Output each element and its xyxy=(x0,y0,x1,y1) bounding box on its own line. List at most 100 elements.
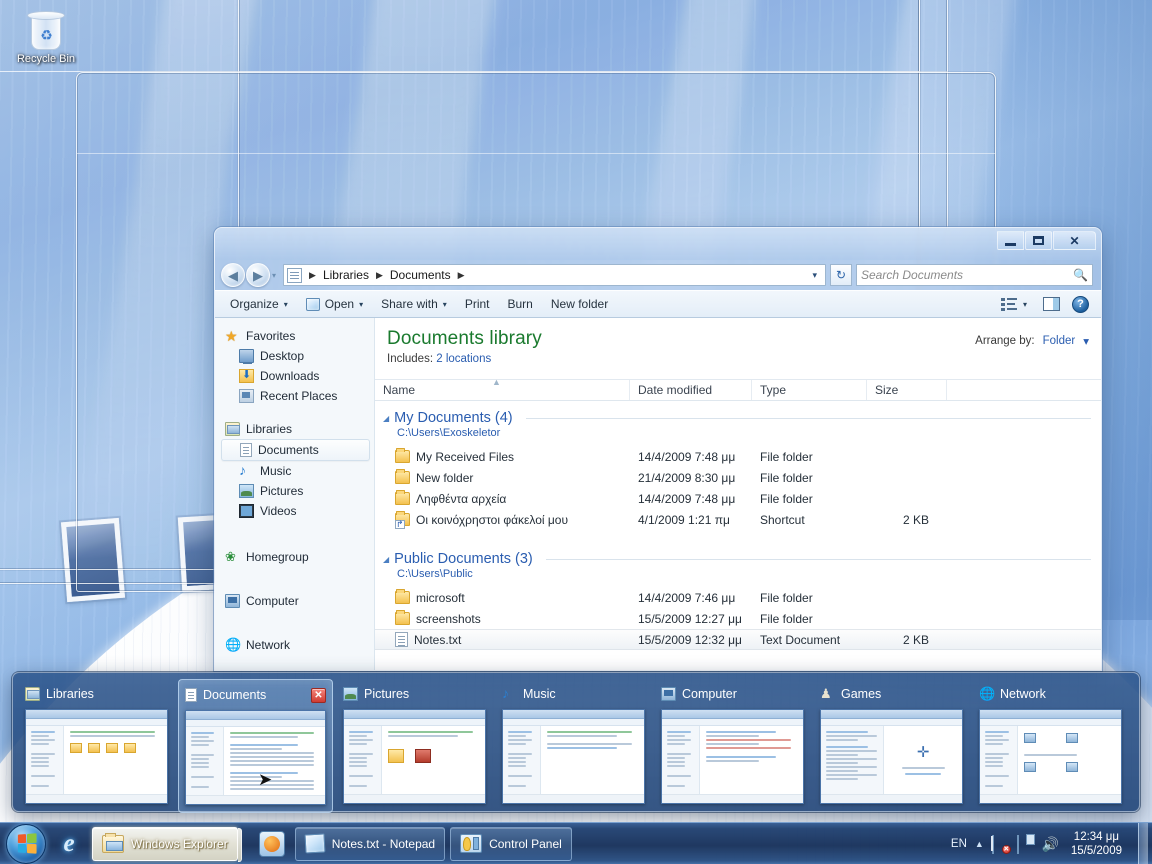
preview-pane-button[interactable] xyxy=(1037,297,1066,311)
column-header-type[interactable]: Type xyxy=(752,380,867,400)
recent-locations-dropdown[interactable]: ▾ xyxy=(272,271,276,280)
window-titlebar[interactable]: ✕ xyxy=(215,228,1101,260)
view-dropdown-caret[interactable]: ▾ xyxy=(1023,300,1035,309)
help-button[interactable]: ? xyxy=(1068,295,1093,313)
sidebar-item-documents[interactable]: Documents xyxy=(221,439,370,461)
back-button[interactable]: ◀ xyxy=(221,263,245,287)
sidebar-item-libraries[interactable]: Libraries xyxy=(215,419,374,439)
sidebar-item-recent-places[interactable]: Recent Places xyxy=(215,386,374,406)
sidebar-item-desktop[interactable]: Desktop xyxy=(215,346,374,366)
breadcrumb-libraries[interactable]: Libraries xyxy=(321,268,371,282)
thumbnail-games[interactable]: ♟ Games ✛ xyxy=(814,679,969,811)
open-button[interactable]: Open ▾ xyxy=(297,293,372,315)
clock[interactable]: 12:34 μμ 15/5/2009 xyxy=(1067,830,1126,858)
action-center-icon[interactable]: ✕ xyxy=(991,834,1011,854)
sidebar-item-music[interactable]: ♪ Music xyxy=(215,461,374,481)
file-group-header[interactable]: ◢ My Documents (4) C:\Users\Exoskeletor xyxy=(375,401,1101,439)
taskbar-thumbnail-preview-bar[interactable]: Libraries Documents ✕ ➤ Pictures ♪ Music… xyxy=(12,672,1140,813)
address-dropdown-caret[interactable]: ▾ xyxy=(807,270,822,281)
column-headers[interactable]: Name ▲ Date modified Type Size xyxy=(375,377,1101,401)
search-input[interactable]: Search Documents 🔍 xyxy=(856,264,1093,286)
show-hidden-icons-button[interactable]: ▲ xyxy=(975,839,984,849)
burn-button[interactable]: Burn xyxy=(499,293,542,315)
thumbnail-close-button[interactable]: ✕ xyxy=(311,687,326,703)
thumbnail-image[interactable]: ➤ xyxy=(185,710,326,805)
refresh-button[interactable]: ↻ xyxy=(830,264,852,286)
sidebar-item-homegroup[interactable]: ❀ Homegroup xyxy=(215,547,374,567)
file-group-header[interactable]: ◢ Public Documents (3) C:\Users\Public xyxy=(375,530,1101,580)
thumbnail-image[interactable] xyxy=(343,709,486,804)
thumbnail-music[interactable]: ♪ Music xyxy=(496,679,651,811)
column-header-name[interactable]: Name ▲ xyxy=(375,377,630,400)
arrange-by-value[interactable]: Folder xyxy=(1043,335,1076,347)
sidebar-item-favorites[interactable]: ★ Favorites xyxy=(215,326,374,346)
navigation-pane[interactable]: ★ Favorites Desktop Downloads Recent Pla… xyxy=(215,318,375,670)
volume-icon[interactable]: 🔊 xyxy=(1042,836,1059,852)
share-with-button[interactable]: Share with ▾ xyxy=(372,293,456,315)
command-toolbar[interactable]: Organize ▾ Open ▾ Share with ▾ Print Bur… xyxy=(215,290,1101,318)
taskbar[interactable]: e Windows Explorer Notes.txt - Notepad C… xyxy=(0,822,1152,864)
explorer-window[interactable]: ✕ ◀ ▶ ▾ ▶ Libraries ▶ Documents ▶ ▾ ↻ Se… xyxy=(214,227,1102,671)
thumbnail-image[interactable] xyxy=(25,709,168,804)
thumbnail-network[interactable]: 🌐 Network xyxy=(973,679,1128,811)
thumbnail-image[interactable]: ✛ xyxy=(820,709,963,804)
table-row[interactable]: Οι κοινόχρηστοι φάκελοί μου 4/1/2009 1:2… xyxy=(375,509,1101,530)
desktop-icon-recycle-bin[interactable]: ♻ Recycle Bin xyxy=(8,6,84,66)
forward-button[interactable]: ▶ xyxy=(246,263,270,287)
group-collapse-icon[interactable]: ◢ xyxy=(383,555,389,564)
navigation-buttons[interactable]: ◀ ▶ ▾ xyxy=(221,263,279,287)
address-bar[interactable]: ▶ Libraries ▶ Documents ▶ ▾ xyxy=(283,264,826,286)
system-tray[interactable]: EN ▲ ✕ 🔊 12:34 μμ 15/5/2009 xyxy=(951,822,1152,864)
sidebar-item-videos[interactable]: Videos xyxy=(215,501,374,521)
close-button[interactable]: ✕ xyxy=(1053,231,1096,250)
desktop[interactable]: ♻ Recycle Bin ✕ ◀ ▶ ▾ ▶ Libraries ▶ Docu… xyxy=(0,0,1152,864)
chevron-down-icon[interactable]: ▾ xyxy=(1083,334,1089,348)
group-collapse-icon[interactable]: ◢ xyxy=(383,414,389,423)
column-header-date-modified[interactable]: Date modified xyxy=(630,380,752,400)
show-desktop-button[interactable] xyxy=(1138,822,1148,864)
new-folder-button[interactable]: New folder xyxy=(542,293,617,315)
address-bar-row[interactable]: ◀ ▶ ▾ ▶ Libraries ▶ Documents ▶ ▾ ↻ Sear… xyxy=(215,260,1101,290)
arrange-by[interactable]: Arrange by: Folder ▾ xyxy=(975,334,1089,348)
language-indicator[interactable]: EN xyxy=(951,838,967,850)
sidebar-item-computer[interactable]: Computer xyxy=(215,591,374,611)
network-icon[interactable] xyxy=(1016,834,1034,854)
file-list-pane[interactable]: Documents library Includes: 2 locations … xyxy=(375,318,1101,670)
breadcrumb-documents[interactable]: Documents xyxy=(388,268,453,282)
thumbnail-image[interactable] xyxy=(979,709,1122,804)
thumbnail-pictures[interactable]: Pictures xyxy=(337,679,492,811)
group-path[interactable]: C:\Users\Exoskeletor xyxy=(383,427,1101,439)
table-row[interactable]: Notes.txt 15/5/2009 12:32 μμ Text Docume… xyxy=(375,629,1101,650)
minimize-button[interactable] xyxy=(997,231,1024,250)
internet-explorer-button[interactable]: e xyxy=(52,827,86,861)
sidebar-item-network[interactable]: 🌐 Network xyxy=(215,635,374,655)
change-view-button[interactable] xyxy=(997,297,1021,311)
table-row[interactable]: Ληφθέντα αρχεία 14/4/2009 7:48 μμ File f… xyxy=(375,488,1101,509)
column-header-size[interactable]: Size xyxy=(867,380,947,400)
quick-launch-bar[interactable]: e xyxy=(52,827,86,861)
thumbnail-computer[interactable]: Computer xyxy=(655,679,810,811)
taskbar-task-notepad[interactable]: Notes.txt - Notepad xyxy=(294,826,446,861)
organize-button[interactable]: Organize ▾ xyxy=(221,293,297,315)
taskbar-task-control-panel[interactable]: Control Panel xyxy=(450,826,572,861)
toolbar-right-group[interactable]: ▾ ? xyxy=(997,295,1095,313)
thumbnail-image[interactable] xyxy=(661,709,804,804)
taskbar-task-windows-explorer[interactable]: Windows Explorer xyxy=(92,826,242,862)
thumbnail-documents[interactable]: Documents ✕ ➤ xyxy=(178,679,333,813)
maximize-button[interactable] xyxy=(1025,231,1052,250)
window-caption-buttons[interactable]: ✕ xyxy=(997,231,1096,250)
table-row[interactable]: screenshots 15/5/2009 12:27 μμ File fold… xyxy=(375,608,1101,629)
table-row[interactable]: microsoft 14/4/2009 7:46 μμ File folder xyxy=(375,587,1101,608)
windows-media-player-button[interactable] xyxy=(255,827,289,861)
includes-locations-link[interactable]: 2 locations xyxy=(436,353,491,365)
start-button[interactable] xyxy=(6,823,46,864)
thumbnail-libraries[interactable]: Libraries xyxy=(19,679,174,811)
group-path[interactable]: C:\Users\Public xyxy=(383,568,1101,580)
sidebar-item-downloads[interactable]: Downloads xyxy=(215,366,374,386)
sidebar-label-videos: Videos xyxy=(260,504,297,518)
table-row[interactable]: New folder 21/4/2009 8:30 μμ File folder xyxy=(375,467,1101,488)
print-button[interactable]: Print xyxy=(456,293,499,315)
table-row[interactable]: My Received Files 14/4/2009 7:48 μμ File… xyxy=(375,446,1101,467)
thumbnail-image[interactable] xyxy=(502,709,645,804)
sidebar-item-pictures[interactable]: Pictures xyxy=(215,481,374,501)
